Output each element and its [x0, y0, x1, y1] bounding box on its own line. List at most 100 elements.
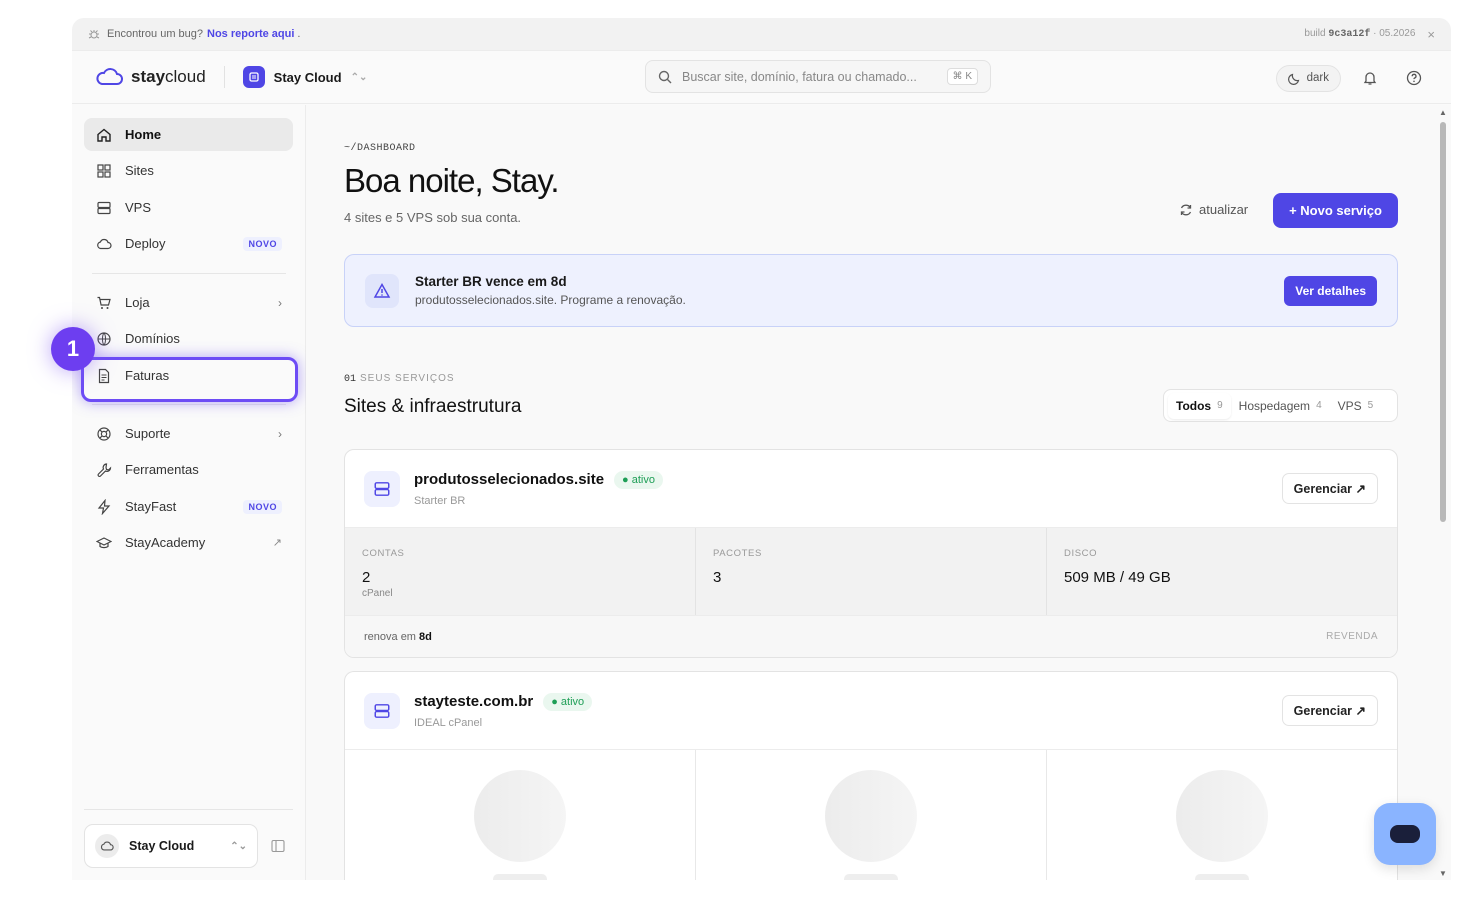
server-icon: [95, 199, 113, 217]
sidebar-divider: [84, 809, 293, 810]
sidebar-item-suporte[interactable]: Suporte ›: [84, 417, 293, 450]
card-title-row: stayteste.com.br ● ativo: [414, 692, 593, 711]
manage-button[interactable]: Gerenciar ↗: [1281, 473, 1378, 504]
site-name[interactable]: stayteste.com.br: [414, 693, 533, 710]
scrollbar-thumb[interactable]: [1440, 122, 1446, 522]
sidebar-item-vps[interactable]: VPS: [84, 191, 293, 224]
sidebar-item-ferramentas[interactable]: Ferramentas: [84, 453, 293, 486]
sidebar-item-label: StayAcademy: [125, 535, 206, 550]
graduation-cap-icon: [95, 534, 113, 552]
sidebar-item-deploy[interactable]: Deploy NOVO: [84, 227, 293, 260]
filter-label: VPS: [1337, 398, 1362, 413]
main-content: ~/DASHBOARD Boa noite, Stay. 4 sites e 5…: [306, 105, 1451, 880]
sidebar-item-loja[interactable]: Loja ›: [84, 286, 293, 319]
sidebar-item-sites[interactable]: Sites: [84, 154, 293, 187]
skeleton-circle: [474, 770, 566, 862]
org-icon: [242, 66, 265, 88]
logo-rest: cloud: [165, 67, 206, 86]
bell-icon: [1363, 72, 1377, 85]
stat-note: cPanel: [362, 588, 393, 599]
card-title-group: produtosselecionados.site ● ativo Starter…: [414, 470, 663, 507]
manage-button[interactable]: Gerenciar ↗: [1281, 695, 1378, 726]
help-button[interactable]: [1399, 63, 1429, 93]
alert-text: produtosselecionados.site. Programe a re…: [415, 293, 686, 307]
section-title: Sites & infraestrutura: [344, 396, 522, 417]
site-name[interactable]: produtosselecionados.site: [414, 471, 604, 488]
card-title-row: produtosselecionados.site ● ativo: [414, 470, 663, 489]
moon-icon: [1287, 73, 1299, 85]
refresh-button[interactable]: atualizar: [1179, 202, 1248, 217]
wrench-icon: [95, 461, 113, 479]
status-label: ativo: [631, 473, 655, 486]
chevron-updown-icon: ⌃⌄: [230, 840, 247, 852]
chat-widget-button[interactable]: [1374, 803, 1436, 865]
sidebar-item-stayfast[interactable]: StayFast NOVO: [84, 490, 293, 523]
sidebar-item-stayacademy[interactable]: StayAcademy ↗: [84, 526, 293, 559]
sidebar-item-label: StayFast: [125, 499, 177, 514]
filter-count: 5: [1367, 400, 1374, 411]
skeleton-circle: [825, 770, 917, 862]
scroll-down-arrow-icon[interactable]: ▼: [1438, 869, 1448, 878]
build-date: · 05.2026: [1373, 28, 1416, 39]
status-badge: ● ativo: [614, 470, 663, 489]
bug-report-bar: Encontrou um bug? Nos reporte aqui . bui…: [72, 18, 1451, 51]
org-switcher-button[interactable]: Stay Cloud ⌃⌄: [84, 824, 258, 868]
renewal-alert: Starter BR vence em 8d produtosseleciona…: [344, 254, 1398, 327]
sidebar-item-label: Domínios: [125, 331, 180, 346]
bug-text-end: .: [297, 28, 301, 40]
cart-icon: [95, 294, 113, 312]
notifications-button[interactable]: [1355, 63, 1385, 93]
build-info: build 9c3a12f · 05.2026: [1304, 28, 1415, 40]
org-name: Stay Cloud: [273, 69, 342, 85]
server-icon: [364, 692, 400, 729]
status-badge: ● ativo: [543, 692, 593, 711]
sidebar-divider: [92, 273, 286, 274]
service-card: produtosselecionados.site ● ativo Starter…: [344, 449, 1398, 658]
filter-hospedagem[interactable]: Hospedagem 4: [1231, 393, 1330, 419]
home-icon: [95, 126, 113, 144]
sidebar-item-label: Loja: [125, 295, 150, 310]
refresh-icon: [1180, 204, 1192, 215]
filter-todos[interactable]: Todos 9: [1168, 392, 1231, 419]
card-header: stayteste.com.br ● ativo IDEAL cPanel Ger…: [345, 672, 1397, 750]
new-badge: NOVO: [243, 236, 282, 251]
collapse-sidebar-icon[interactable]: [270, 838, 286, 854]
sidebar-item-faturas[interactable]: Faturas: [84, 359, 293, 392]
app-window: Encontrou um bug? Nos reporte aqui . bui…: [72, 18, 1451, 880]
filter-count: 4: [1316, 400, 1322, 411]
chevron-updown-icon: ⌃⌄: [350, 71, 368, 83]
chevron-right-icon: ›: [278, 426, 282, 441]
service-card: stayteste.com.br ● ativo IDEAL cPanel Ger…: [344, 671, 1398, 880]
help-circle-icon: [1406, 70, 1422, 86]
section-number: 01: [344, 374, 357, 385]
sidebar-item-dominios[interactable]: Domínios: [84, 322, 293, 355]
skeleton-bar: [844, 874, 898, 880]
sidebar-item-label: Sites: [125, 163, 154, 178]
top-right-actions: dark: [1275, 63, 1429, 93]
bug-text: Encontrou um bug?: [107, 28, 204, 40]
sidebar-divider: [92, 404, 286, 405]
scroll-up-arrow-icon[interactable]: ▲: [1438, 108, 1448, 117]
sidebar-item-home[interactable]: Home: [84, 118, 293, 151]
search-input[interactable]: Buscar site, domínio, fatura ou chamado.…: [645, 60, 991, 93]
sidebar-item-label: Suporte: [125, 426, 171, 441]
view-details-button[interactable]: Ver detalhes: [1284, 275, 1377, 306]
new-service-button[interactable]: + Novo serviço: [1273, 193, 1398, 228]
bug-report-link[interactable]: Nos reporte aqui: [207, 28, 294, 40]
grid-icon: [95, 162, 113, 180]
logo[interactable]: stay cloud: [94, 67, 206, 87]
cloud-icon: [95, 235, 113, 253]
stat-value: 3: [713, 569, 722, 586]
skeleton-bar: [1195, 874, 1249, 880]
theme-toggle-button[interactable]: dark: [1275, 64, 1341, 92]
sidebar-item-label: Home: [125, 127, 162, 142]
filter-vps[interactable]: VPS 5: [1330, 393, 1382, 419]
renew-value: 8d: [418, 630, 432, 643]
refresh-label: atualizar: [1199, 202, 1249, 217]
service-filter: Todos 9 Hospedagem 4 VPS 5: [1163, 389, 1398, 422]
org-selector[interactable]: Stay Cloud ⌃⌄: [242, 66, 368, 88]
step-marker: 1: [51, 327, 95, 371]
close-icon[interactable]: ×: [1427, 27, 1435, 42]
scrollbar[interactable]: ▲ ▼: [1438, 108, 1448, 878]
theme-label: dark: [1306, 72, 1329, 84]
